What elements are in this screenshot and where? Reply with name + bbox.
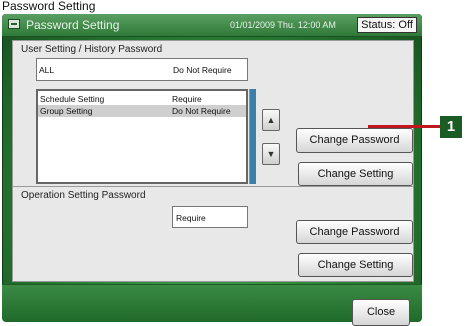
all-row[interactable]: ALL Do Not Require bbox=[36, 58, 248, 81]
operation-password-panel: Operation Setting Password Change Passwo… bbox=[12, 186, 414, 282]
user-change-password-button[interactable]: Change Password bbox=[296, 128, 413, 153]
screen-icon bbox=[8, 19, 20, 29]
all-row-value: Do Not Require bbox=[173, 65, 232, 75]
user-history-password-label: User Setting / History Password bbox=[21, 44, 163, 55]
password-setting-screen: Password Setting 01/01/2009 Thu. 12:00 A… bbox=[2, 14, 422, 326]
status-badge: Status: Off bbox=[357, 17, 417, 33]
list-item-value: Do Not Require bbox=[172, 106, 231, 116]
all-row-name: ALL bbox=[39, 65, 55, 75]
list-item-value: Require bbox=[172, 94, 202, 104]
op-change-setting-button[interactable]: Change Setting bbox=[298, 253, 413, 277]
date-time: 01/01/2009 Thu. 12:00 AM bbox=[230, 20, 336, 30]
op-change-password-button[interactable]: Change Password bbox=[296, 220, 413, 244]
user-history-password-panel: User Setting / History Password ALL Do N… bbox=[12, 40, 414, 224]
callout-badge: 1 bbox=[440, 116, 462, 138]
operation-password-value-text: Require bbox=[176, 213, 206, 223]
list-item-name: Schedule Setting bbox=[40, 94, 105, 104]
callout-line bbox=[368, 125, 440, 128]
screen-title: Password Setting bbox=[26, 18, 120, 32]
user-change-setting-button[interactable]: Change Setting bbox=[298, 162, 413, 186]
title-bar: Password Setting 01/01/2009 Thu. 12:00 A… bbox=[2, 14, 422, 37]
bottom-bar: Close bbox=[2, 284, 422, 326]
operation-password-label: Operation Setting Password bbox=[21, 190, 146, 201]
list-item[interactable]: Group Setting Do Not Require bbox=[38, 105, 246, 117]
scroll-down-button[interactable]: ▼ bbox=[262, 143, 280, 165]
operation-password-value[interactable]: Require bbox=[172, 206, 248, 228]
list-item[interactable]: Schedule Setting Require bbox=[38, 93, 246, 105]
list-item-name: Group Setting bbox=[40, 106, 93, 116]
scroll-up-button[interactable]: ▲ bbox=[262, 109, 280, 131]
item-list: Schedule Setting Require Group Setting D… bbox=[36, 89, 248, 224]
scrollbar[interactable] bbox=[249, 89, 256, 184]
